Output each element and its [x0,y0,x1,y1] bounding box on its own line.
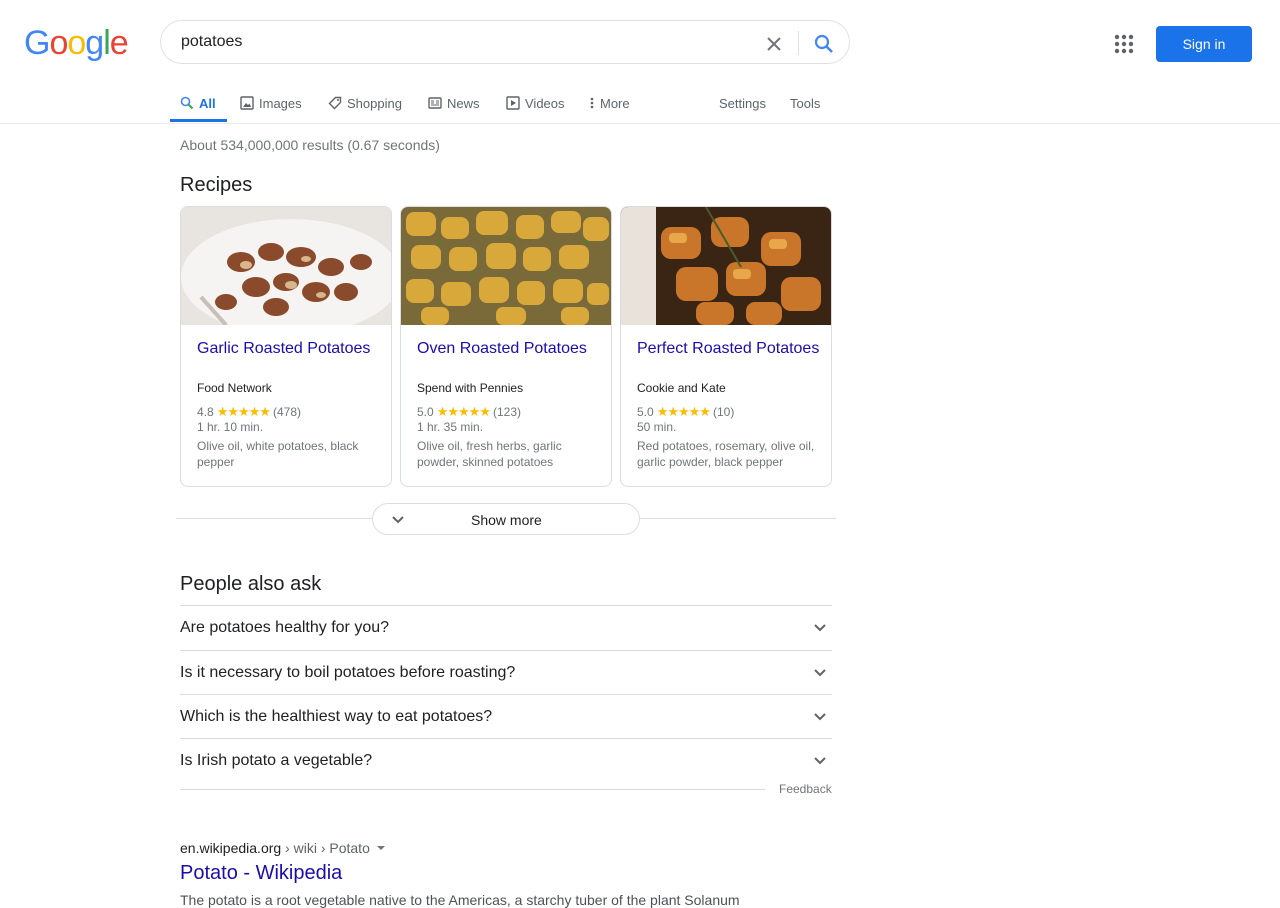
recipe-time: 1 hr. 10 min. [197,420,264,434]
recipe-title[interactable]: Garlic Roasted Potatoes [197,339,382,359]
tag-icon [328,96,342,110]
logo-letter: G [24,24,50,62]
chevron-down-icon [814,757,826,765]
search-tabs: All Images Shopping News Videos More Set… [0,82,1280,124]
search-input[interactable]: potatoes [181,33,242,51]
tab-label: Videos [525,95,565,111]
caret-down-icon[interactable] [376,843,386,853]
recipe-title[interactable]: Perfect Roasted Potatoes [637,339,822,359]
tab-label: All [199,95,216,111]
recipe-rating: 4.8 ★★★★★ (478) [197,404,301,420]
google-logo[interactable]: Google [24,24,129,62]
recipe-photo [401,207,611,325]
rating-count: (123) [492,405,521,419]
recipe-time: 50 min. [637,420,677,434]
rating-value: 4.8 [197,405,214,419]
result-snippet: The potato is a root vegetable native to… [180,892,740,908]
feedback-link[interactable]: Feedback [779,782,832,796]
search-button[interactable] [811,31,837,57]
people-also-ask-heading: People also ask [180,573,322,595]
recipe-ingredients: Red potatoes, rosemary, olive oil, garli… [637,439,815,469]
paa-question-text: Is Irish potato a vegetable? [180,752,373,769]
tab-label: News [447,95,480,111]
result-path: › wiki › Potato [281,840,370,856]
recipe-title[interactable]: Oven Roasted Potatoes [417,339,602,359]
recipe-source: Spend with Pennies [417,381,524,395]
tab-images[interactable]: Images [240,91,302,115]
newspaper-icon [428,97,442,109]
apps-grid-icon [1114,34,1134,54]
star-rating-icon: ★★★★★ [656,404,711,419]
search-box[interactable]: potatoes [160,20,850,64]
paa-question[interactable]: Is it necessary to boil potatoes before … [180,650,832,694]
recipe-card[interactable]: Oven Roasted Potatoes Spend with Pennies… [400,206,612,487]
recipe-rating: 5.0 ★★★★★ (10) [637,404,734,420]
more-vert-icon [590,97,594,109]
paa-question[interactable]: Is Irish potato a vegetable? [180,738,832,782]
logo-letter: o [49,24,68,62]
tab-settings[interactable]: Settings [719,91,766,115]
paa-question-text: Which is the healthiest way to eat potat… [180,708,493,725]
chevron-down-icon [814,713,826,721]
paa-bottom-divider [180,789,765,790]
recipe-photo [621,207,831,325]
star-rating-icon: ★★★★★ [436,404,491,419]
chevron-down-icon [814,669,826,677]
tab-label: Settings [719,95,766,111]
tab-news[interactable]: News [428,91,480,115]
recipe-ingredients: Olive oil, fresh herbs, garlic powder, s… [417,439,562,469]
paa-question[interactable]: Are potatoes healthy for you? [180,605,832,649]
logo-letter: o [67,24,86,62]
recipes-heading: Recipes [180,174,253,196]
recipe-rating: 5.0 ★★★★★ (123) [417,404,521,420]
tab-label: More [600,95,630,111]
search-icon [814,34,833,53]
rating-count: (478) [272,405,301,419]
recipe-ingredients: Olive oil, white potatoes, black pepper [197,439,359,469]
tab-label: Shopping [347,95,402,111]
paa-question[interactable]: Which is the healthiest way to eat potat… [180,694,832,738]
logo-letter: e [109,24,129,62]
clear-search-button[interactable] [761,31,787,57]
show-more-label: Show more [471,512,542,528]
result-breadcrumb[interactable]: en.wikipedia.org › wiki › Potato [180,840,386,856]
logo-letter: g [85,24,104,62]
recipe-card[interactable]: Garlic Roasted Potatoes Food Network 4.8… [180,206,392,487]
rating-value: 5.0 [417,405,434,419]
show-more-button[interactable]: Show more [372,503,640,535]
result-domain: en.wikipedia.org [180,840,282,856]
image-icon [240,96,254,110]
chevron-down-icon [392,516,404,524]
apps-button[interactable] [1110,30,1138,58]
recipe-photo [181,207,391,325]
paa-question-text: Is it necessary to boil potatoes before … [180,664,516,681]
tab-label: Tools [790,95,821,111]
recipe-time: 1 hr. 35 min. [417,420,484,434]
sign-in-button[interactable]: Sign in [1156,26,1252,62]
recipe-source: Cookie and Kate [637,381,726,395]
result-stats: About 534,000,000 results (0.67 seconds) [180,137,440,153]
search-icon [180,96,194,110]
active-tab-indicator [170,119,227,122]
tab-label: Images [259,95,302,111]
rating-value: 5.0 [637,405,654,419]
result-title-link[interactable]: Potato - Wikipedia [180,862,342,885]
star-rating-icon: ★★★★★ [216,404,271,419]
recipe-source: Food Network [197,381,272,395]
tab-shopping[interactable]: Shopping [328,91,402,115]
chevron-down-icon [814,624,826,632]
close-icon [767,37,781,51]
tab-videos[interactable]: Videos [506,91,565,115]
search-divider [798,31,799,55]
play-icon [506,96,520,110]
recipe-card[interactable]: Perfect Roasted Potatoes Cookie and Kate… [620,206,832,487]
rating-count: (10) [712,405,735,419]
tab-all[interactable]: All [180,91,216,115]
paa-question-text: Are potatoes healthy for you? [180,619,390,636]
tab-tools[interactable]: Tools [790,91,820,115]
tab-more[interactable]: More [589,91,630,115]
